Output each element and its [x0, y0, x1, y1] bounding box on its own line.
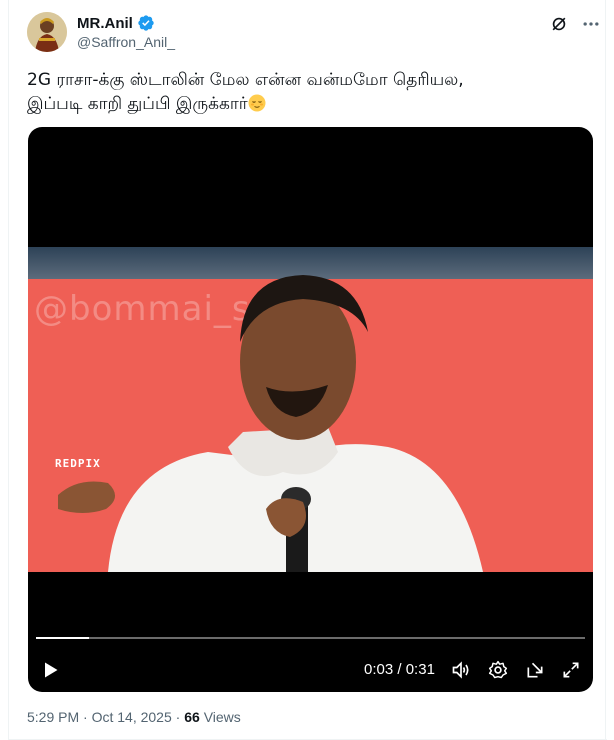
tweet-time[interactable]: 5:29 PM	[27, 709, 79, 725]
duration: 0:31	[405, 661, 435, 678]
fullscreen-icon	[563, 662, 579, 678]
play-icon	[45, 662, 58, 678]
video-player[interactable]: @bommai_stalin REDPIX 0:03 / 0:31	[28, 127, 593, 692]
avatar[interactable]	[27, 12, 67, 52]
grok-icon	[552, 17, 566, 31]
more-icon	[583, 22, 599, 26]
tweet-text-line2: இப்படி காறி துப்பி இருக்கார்	[27, 94, 248, 114]
volume-button[interactable]	[451, 660, 471, 680]
grok-button[interactable]	[549, 14, 569, 34]
more-button[interactable]	[581, 14, 601, 34]
play-button[interactable]	[40, 660, 60, 680]
video-frame[interactable]: @bommai_stalin REDPIX	[28, 247, 593, 572]
meta-separator: ·	[175, 709, 181, 725]
progress-fill	[36, 637, 89, 639]
speaker-figure	[58, 275, 483, 572]
fullscreen-button[interactable]	[561, 660, 581, 680]
pip-button[interactable]	[525, 660, 545, 680]
relieved-face-icon	[248, 94, 266, 112]
author-handle[interactable]: @Saffron_Anil_	[77, 34, 175, 50]
video-controls: 0:03 / 0:31	[28, 652, 593, 688]
verified-badge-icon	[138, 15, 154, 31]
settings-button[interactable]	[488, 660, 508, 680]
tweet-text: 2G ராசா-க்கு ஸ்டாலின் மேல என்ன வன்மமோ தெ…	[27, 68, 587, 116]
settings-icon	[488, 660, 508, 679]
views-count: 66	[184, 709, 200, 725]
progress-track[interactable]	[36, 637, 585, 639]
volume-icon	[452, 661, 469, 679]
tweet-card: MR.Anil @Saffron_Anil_ 2G ராசா-க்கு ஸ்டா…	[8, 0, 607, 740]
current-time: 0:03	[364, 661, 394, 678]
time-separator: /	[397, 661, 402, 678]
video-time: 0:03 / 0:31	[364, 661, 435, 678]
views-label: Views	[203, 709, 241, 725]
tweet-meta: 5:29 PM · Oct 14, 2025 · 66 Views	[27, 709, 241, 725]
avatar-image	[27, 12, 67, 52]
display-name[interactable]: MR.Anil	[77, 15, 133, 32]
tweet-date[interactable]: Oct 14, 2025	[92, 709, 172, 725]
tweet-text-line1: 2G ராசா-க்கு ஸ்டாலின் மேல என்ன வன்மமோ தெ…	[27, 70, 464, 90]
author-name-row[interactable]: MR.Anil	[77, 14, 155, 32]
pip-icon	[527, 662, 543, 678]
meta-separator: ·	[83, 709, 88, 725]
